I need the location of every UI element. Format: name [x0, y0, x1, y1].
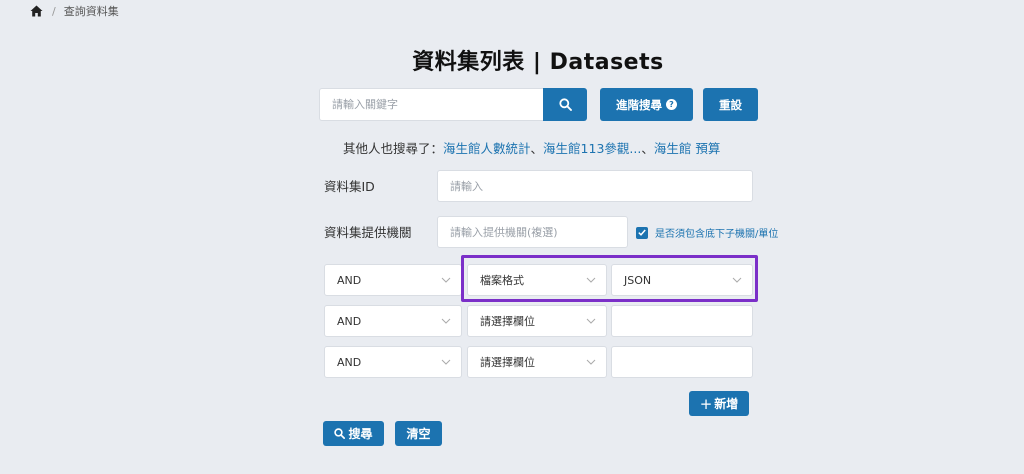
popular-search-link[interactable]: 海生館 預算	[654, 141, 720, 156]
breadcrumb: / 查詢資料集	[30, 2, 119, 20]
keyword-search-input[interactable]	[319, 88, 543, 121]
field-value: 請選擇欄位	[480, 356, 535, 369]
chevron-down-icon	[586, 318, 596, 324]
page-title: 資料集列表 | Datasets	[412, 50, 664, 75]
popular-searches: 其他人也搜尋了：海生館人數統計、海生館113參觀...、海生館 預算	[343, 138, 720, 157]
popular-search-separator: 、	[641, 141, 654, 156]
breadcrumb-current: 查詢資料集	[63, 5, 119, 18]
operator-select[interactable]: AND	[324, 305, 462, 337]
search-icon	[334, 428, 346, 439]
popular-search-link[interactable]: 海生館113參觀...	[543, 141, 641, 156]
condition-value-input[interactable]	[611, 346, 753, 378]
popular-search-separator: 、	[530, 141, 544, 156]
field-select[interactable]: 請選擇欄位	[467, 305, 607, 337]
operator-value: AND	[337, 314, 362, 328]
dataset-id-input[interactable]	[437, 170, 753, 202]
include-sub-agencies-label: 是否須包含底下子機關/單位	[655, 229, 779, 240]
chevron-down-icon	[441, 318, 451, 324]
highlight-box	[461, 255, 758, 302]
chevron-down-icon	[441, 359, 451, 365]
operator-value: AND	[337, 273, 362, 287]
chevron-down-icon	[441, 277, 451, 283]
field-value: 請選擇欄位	[480, 315, 535, 328]
reset-button[interactable]: 重設	[703, 88, 758, 121]
add-condition-button[interactable]: + 新增	[689, 391, 749, 416]
provider-label: 資料集提供機關	[324, 225, 412, 240]
plus-icon: +	[699, 394, 713, 413]
submit-search-label: 搜尋	[348, 427, 373, 441]
help-icon: ?	[666, 99, 677, 110]
advanced-search-label: 進階搜尋	[616, 97, 662, 112]
operator-value: AND	[337, 355, 362, 369]
field-select[interactable]: 請選擇欄位	[467, 346, 607, 378]
search-icon	[558, 98, 572, 111]
chevron-down-icon	[586, 359, 596, 365]
operator-select[interactable]: AND	[324, 346, 462, 378]
operator-select[interactable]: AND	[324, 264, 462, 296]
submit-search-button[interactable]: 搜尋	[323, 421, 384, 446]
condition-value-input[interactable]	[611, 305, 753, 337]
advanced-search-button[interactable]: 進階搜尋 ?	[600, 88, 693, 121]
popular-searches-prefix: 其他人也搜尋了：	[343, 141, 444, 156]
popular-search-link[interactable]: 海生館人數統計	[443, 141, 531, 156]
checkbox-checked-icon[interactable]	[636, 226, 648, 239]
home-icon[interactable]	[30, 5, 43, 17]
add-condition-label: 新增	[714, 397, 739, 411]
provider-input[interactable]	[437, 216, 628, 248]
include-sub-agencies-checkbox[interactable]: 是否須包含底下子機關/單位	[636, 225, 778, 240]
search-button[interactable]	[543, 88, 587, 121]
dataset-id-label: 資料集ID	[324, 179, 375, 194]
clear-button[interactable]: 清空	[395, 421, 442, 446]
breadcrumb-separator: /	[52, 4, 56, 18]
